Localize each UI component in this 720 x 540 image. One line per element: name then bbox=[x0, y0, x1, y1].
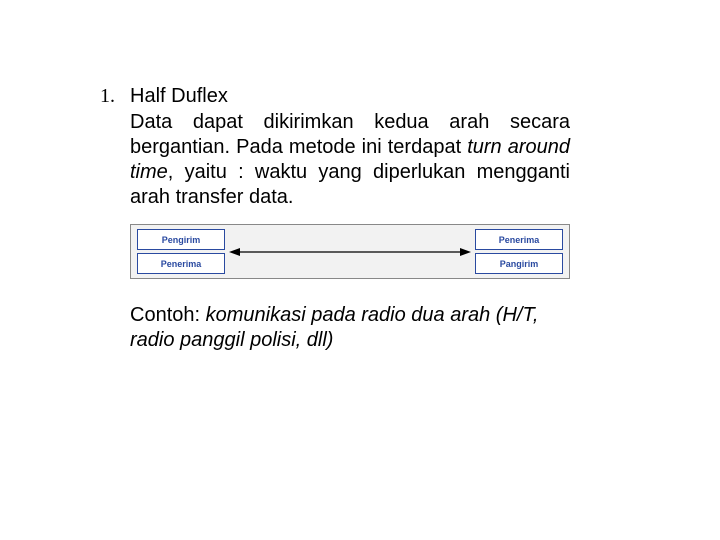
diagram-right-col: Penerima Pangirim bbox=[475, 229, 563, 274]
paragraph: Data dapat dikirimkan kedua arah secara … bbox=[130, 110, 570, 210]
list-title: Half Duflex bbox=[130, 85, 228, 108]
slide-content: 1. Half Duflex Data dapat dikirimkan ked… bbox=[100, 85, 620, 353]
contoh-label: Contoh: bbox=[130, 304, 206, 326]
paragraph-part2: , yaitu : waktu yang diperlukan menggant… bbox=[130, 161, 570, 208]
list-number: 1. bbox=[100, 85, 130, 108]
list-item-row: 1. Half Duflex bbox=[100, 85, 620, 108]
list-body: Data dapat dikirimkan kedua arah secara … bbox=[130, 110, 570, 279]
diagram: Pengirim Penerima Penerima Pangirim bbox=[130, 224, 570, 279]
contoh-line: Contoh: komunikasi pada radio dua arah (… bbox=[130, 303, 580, 353]
box-left-top: Pengirim bbox=[137, 229, 225, 250]
box-right-bottom: Pangirim bbox=[475, 253, 563, 274]
diagram-left-col: Pengirim Penerima bbox=[137, 229, 225, 274]
box-right-top: Penerima bbox=[475, 229, 563, 250]
box-left-bottom: Penerima bbox=[137, 253, 225, 274]
diagram-arrow bbox=[225, 244, 475, 260]
double-arrow-icon bbox=[229, 244, 471, 260]
